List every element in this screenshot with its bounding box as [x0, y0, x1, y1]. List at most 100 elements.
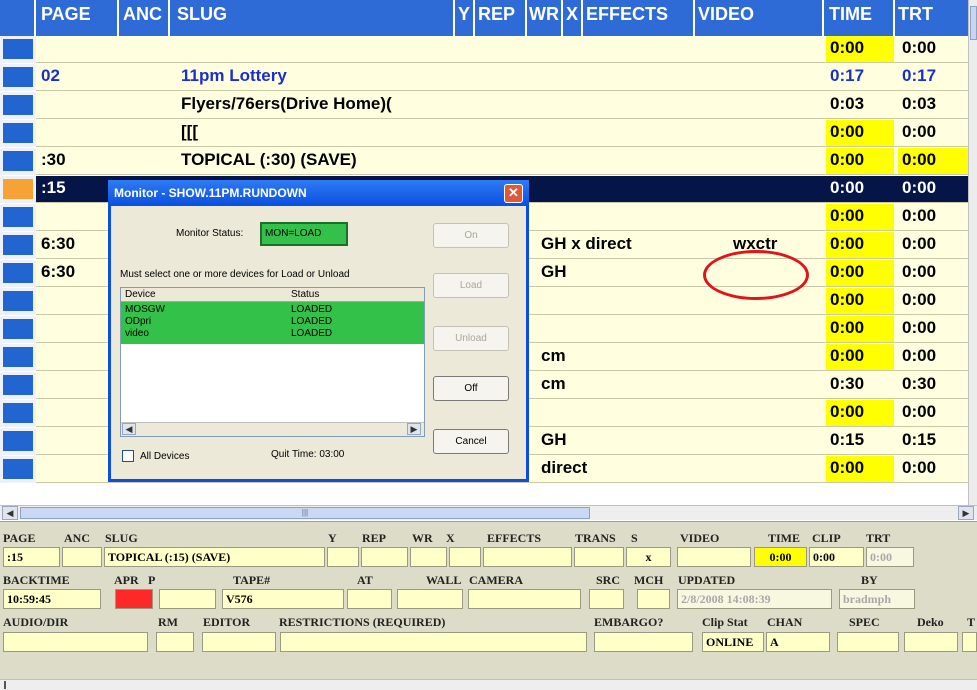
device-list-scrollbar[interactable]: ◀ ▶	[121, 422, 424, 436]
scroll-left-arrow-icon[interactable]: ◀	[122, 423, 136, 435]
vertical-scroll-thumb[interactable]	[970, 6, 977, 40]
vertical-scrollbar[interactable]	[968, 0, 977, 505]
cancel-button[interactable]: Cancel	[433, 429, 509, 454]
t-field[interactable]	[962, 632, 977, 652]
x-field[interactable]	[449, 547, 481, 567]
trans-field[interactable]	[574, 547, 624, 567]
device-row[interactable]: video LOADED	[121, 328, 424, 339]
unload-button[interactable]: Unload	[433, 326, 509, 351]
detail-horizontal-scrollbar[interactable]	[0, 679, 977, 690]
rundown-row[interactable]: [[[0:00 0:00	[0, 120, 968, 147]
col-header-time[interactable]: TIME	[829, 4, 872, 25]
row-selector[interactable]	[3, 431, 33, 451]
scroll-left-arrow-icon[interactable]	[4, 681, 6, 689]
scroll-right-arrow-icon[interactable]: ▶	[407, 423, 421, 435]
row-selector[interactable]	[3, 123, 33, 143]
camera-field[interactable]	[468, 589, 581, 609]
wall-field[interactable]	[397, 589, 463, 609]
device-list[interactable]: Device Status MOSGW LOADED ODpri LOADED vide…	[120, 287, 425, 437]
row-selector[interactable]	[3, 151, 33, 171]
col-header-rep[interactable]: REP	[478, 4, 515, 25]
row-selector[interactable]	[3, 67, 33, 87]
deko-field[interactable]	[904, 632, 958, 652]
editor-field[interactable]	[202, 632, 276, 652]
row-selector[interactable]	[3, 319, 33, 339]
row-selector[interactable]	[3, 291, 33, 311]
col-header-anc[interactable]: ANC	[123, 4, 162, 25]
cell-trt: 0:00	[898, 456, 968, 482]
rundown-row[interactable]: :30 TOPICAL (:30) (SAVE) 0:00 0:00	[0, 148, 968, 175]
row-selector[interactable]	[3, 179, 33, 199]
row-selector[interactable]	[3, 263, 33, 283]
row-selector[interactable]	[3, 95, 33, 115]
wr-field[interactable]	[410, 547, 447, 567]
row-selector[interactable]	[3, 207, 33, 227]
p-field[interactable]	[159, 589, 216, 609]
embargo-field[interactable]	[594, 632, 693, 652]
effects-field[interactable]	[483, 547, 572, 567]
chan-field[interactable]: A	[766, 632, 830, 652]
row-selector[interactable]	[3, 375, 33, 395]
device-row[interactable]: MOSGW LOADED	[121, 304, 424, 315]
col-header-wr[interactable]: WR	[529, 4, 559, 25]
time-field[interactable]: 0:00	[754, 547, 807, 567]
col-header-y[interactable]: Y	[458, 4, 470, 25]
at-field[interactable]	[347, 589, 392, 609]
rundown-row[interactable]: Flyers/76ers(Drive Home)(0:03 0:03	[0, 92, 968, 119]
col-header-page[interactable]: PAGE	[41, 4, 91, 25]
col-status[interactable]: Status	[291, 289, 319, 300]
restrictions-field[interactable]	[280, 632, 587, 652]
s-field[interactable]: x	[626, 547, 671, 567]
horizontal-scrollbar[interactable]: ◀ ||| ▶	[0, 505, 977, 520]
video-field[interactable]	[677, 547, 751, 567]
device-row[interactable]: ODpri LOADED	[121, 316, 424, 327]
cell-time: 0:00	[826, 316, 894, 342]
y-field[interactable]	[327, 547, 359, 567]
slug-field[interactable]: TOPICAL (:15) (SAVE)	[104, 547, 325, 567]
page-field[interactable]: :15	[3, 547, 60, 567]
cell-effects: direct	[541, 458, 588, 477]
clip-field[interactable]: 0:00	[809, 547, 864, 567]
horizontal-scroll-thumb[interactable]: |||	[20, 507, 590, 519]
spec-field[interactable]	[837, 632, 899, 652]
col-header-trt[interactable]: TRT	[898, 4, 933, 25]
col-device[interactable]: Device	[125, 289, 156, 300]
row-selector[interactable]	[3, 459, 33, 479]
anc-field[interactable]	[62, 547, 102, 567]
cell-time: 0:15	[826, 428, 894, 454]
row-selector[interactable]	[3, 347, 33, 367]
apr-field[interactable]	[115, 589, 153, 609]
scroll-right-arrow-icon[interactable]: ▶	[958, 506, 974, 520]
label-apr: APR	[114, 573, 139, 587]
col-header-effects[interactable]: EFFECTS	[586, 4, 668, 25]
rm-field[interactable]	[156, 632, 194, 652]
dialog-title-bar[interactable]: Monitor - SHOW.11PM.RUNDOWN ✕	[108, 180, 529, 206]
row-selector[interactable]	[3, 403, 33, 423]
off-button[interactable]: Off	[433, 376, 509, 401]
col-header-x[interactable]: X	[566, 4, 578, 25]
label-x: X	[446, 531, 455, 545]
rep-field[interactable]	[361, 547, 408, 567]
audio-dir-field[interactable]	[3, 632, 148, 652]
on-button[interactable]: On	[433, 223, 509, 248]
cell-time: 0:00	[826, 148, 894, 174]
backtime-field[interactable]: 10:59:45	[3, 589, 101, 609]
col-header-slug[interactable]: SLUG	[177, 4, 227, 25]
load-button[interactable]: Load	[433, 273, 509, 298]
close-icon[interactable]: ✕	[504, 184, 523, 203]
rundown-row[interactable]: 0:00 0:00	[0, 36, 968, 63]
col-header-video[interactable]: VIDEO	[698, 4, 754, 25]
row-selector[interactable]	[3, 39, 33, 59]
tape-field[interactable]: V576	[222, 589, 344, 609]
label-src: SRC	[596, 573, 621, 587]
dialog-title: Monitor - SHOW.11PM.RUNDOWN	[114, 186, 307, 200]
mch-field[interactable]	[637, 589, 670, 609]
scroll-left-arrow-icon[interactable]: ◀	[2, 506, 18, 520]
device-rows: MOSGW LOADED ODpri LOADED video LOADED	[121, 302, 424, 344]
label-wall: WALL	[426, 573, 462, 587]
row-selector[interactable]	[3, 235, 33, 255]
rundown-row[interactable]: 02 11pm Lottery 0:17 0:17	[0, 64, 968, 91]
all-devices-checkbox[interactable]	[122, 450, 134, 462]
src-field[interactable]	[589, 589, 624, 609]
time-value: 0:00	[830, 122, 865, 141]
